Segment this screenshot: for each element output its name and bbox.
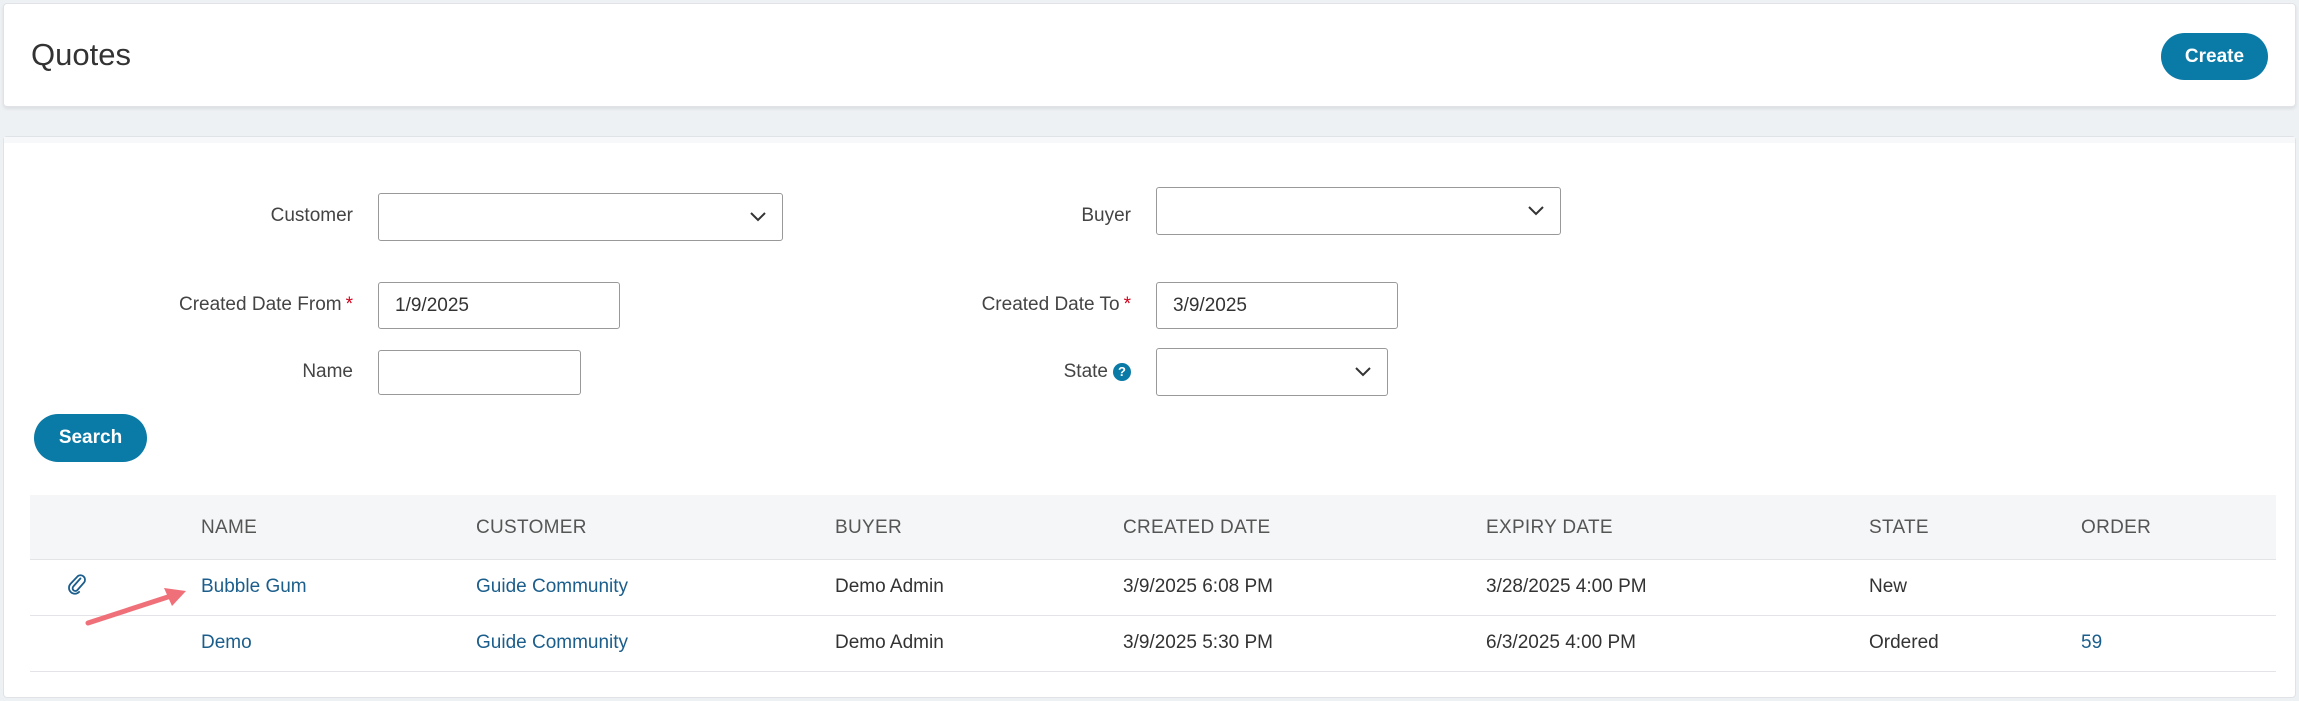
quotes-page: Quotes Create Customer Buyer Created Dat…: [0, 0, 2299, 701]
search-button[interactable]: Search: [34, 414, 147, 462]
created-date-cell: 3/9/2025 6:08 PM: [1123, 576, 1273, 597]
page-title: Quotes: [31, 37, 131, 72]
column-header-customer[interactable]: CUSTOMER: [476, 517, 587, 539]
customer-label: Customer: [270, 205, 353, 226]
quotes-panel: Customer Buyer Created Date From * 1/9/20…: [3, 136, 2296, 698]
column-header-created-date[interactable]: CREATED DATE: [1123, 517, 1271, 539]
chevron-down-icon: [1528, 206, 1544, 216]
quote-name-link[interactable]: Demo: [201, 632, 252, 654]
name-input[interactable]: [378, 350, 581, 395]
state-cell: Ordered: [1869, 632, 1939, 653]
customer-link[interactable]: Guide Community: [476, 576, 628, 598]
buyer-cell: Demo Admin: [835, 632, 944, 653]
state-select[interactable]: [1156, 348, 1388, 396]
table-header: NAME CUSTOMER BUYER CREATED DATE EXPIRY …: [30, 495, 2276, 560]
chevron-down-icon: [750, 212, 766, 222]
created-date-to-input[interactable]: 3/9/2025: [1156, 282, 1398, 329]
state-cell: New: [1869, 576, 1908, 597]
customer-link[interactable]: Guide Community: [476, 632, 628, 654]
state-label-text: State: [1063, 361, 1108, 382]
order-link[interactable]: 59: [2081, 632, 2102, 654]
name-label: Name: [302, 361, 353, 382]
column-header-expiry-date[interactable]: EXPIRY DATE: [1486, 517, 1613, 539]
column-header-state[interactable]: STATE: [1869, 517, 1929, 539]
buyer-cell: Demo Admin: [835, 576, 944, 597]
required-mark: *: [345, 294, 353, 315]
buyer-select[interactable]: [1156, 187, 1561, 235]
panel-top-strip: [4, 137, 2295, 143]
created-date-to-label-text: Created Date To: [981, 294, 1120, 315]
required-mark: *: [1123, 294, 1131, 315]
table-row: Bubble Gum Guide Community Demo Admin 3/…: [30, 560, 2276, 616]
column-header-order[interactable]: ORDER: [2081, 517, 2151, 539]
expiry-date-cell: 3/28/2025 4:00 PM: [1486, 576, 1647, 597]
help-icon[interactable]: ?: [1113, 363, 1131, 381]
expiry-date-cell: 6/3/2025 4:00 PM: [1486, 632, 1636, 653]
created-date-from-input[interactable]: 1/9/2025: [378, 282, 620, 329]
page-header: Quotes Create: [3, 3, 2296, 107]
customer-select[interactable]: [378, 193, 783, 241]
create-button[interactable]: Create: [2161, 33, 2268, 80]
column-header-name[interactable]: NAME: [201, 517, 257, 539]
created-date-cell: 3/9/2025 5:30 PM: [1123, 632, 1273, 653]
created-date-from-label-text: Created Date From: [178, 294, 342, 315]
state-label: State?: [1064, 361, 1131, 383]
buyer-label: Buyer: [1081, 205, 1131, 226]
chevron-down-icon: [1355, 367, 1371, 377]
created-date-to-label: Created Date To *: [982, 294, 1131, 316]
quote-name-link[interactable]: Bubble Gum: [201, 576, 307, 598]
column-header-buyer[interactable]: BUYER: [835, 517, 902, 539]
table-row: Demo Guide Community Demo Admin 3/9/2025…: [30, 616, 2276, 672]
quotes-table: NAME CUSTOMER BUYER CREATED DATE EXPIRY …: [30, 495, 2276, 672]
arrow-annotation-icon: [85, 588, 186, 626]
created-date-from-label: Created Date From *: [179, 294, 353, 316]
